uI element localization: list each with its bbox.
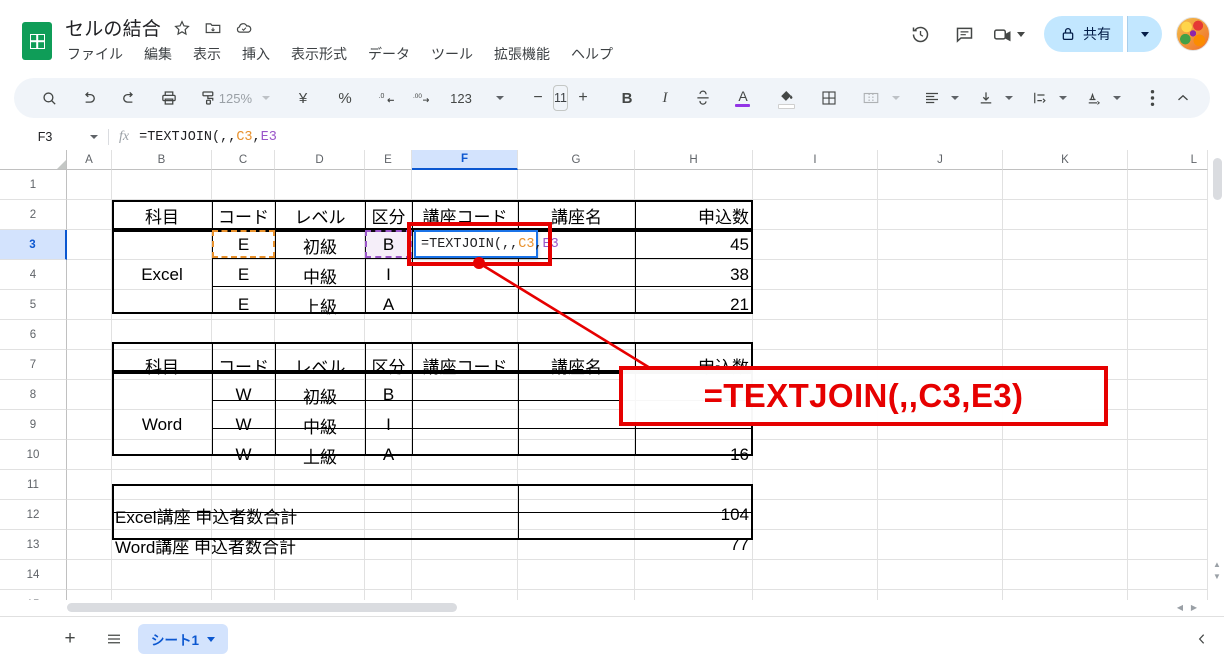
svg-text:.0: .0 [379, 93, 385, 100]
expand-icon[interactable] [1194, 631, 1210, 647]
sheets-logo [22, 22, 52, 60]
menu-bar: ファイル 編集 表示 挿入 表示形式 データ ツール 拡張機能 ヘルプ [65, 43, 615, 65]
chevron-down-icon[interactable] [1112, 96, 1121, 100]
share-label: 共有 [1083, 26, 1111, 42]
formula-bar: F3 fx =TEXTJOIN(,,C3,E3 [0, 124, 1224, 150]
formula-ref-c3: C3 [236, 129, 253, 145]
title-icon-group [173, 19, 253, 37]
comment-icon[interactable] [944, 14, 984, 54]
formula-prefix: =TEXTJOIN(,, [139, 129, 237, 145]
horizontal-align-icon[interactable] [917, 83, 947, 113]
sheet-tab-bar: + シート1 [0, 616, 1224, 661]
chevron-down-icon[interactable] [1058, 96, 1067, 100]
more-options-icon[interactable] [1138, 83, 1168, 113]
divider [108, 129, 109, 145]
annotation-callout: =TEXTJOIN(,,C3,E3) [619, 366, 1108, 426]
increase-decimal-button[interactable]: .00 [408, 83, 438, 113]
menu-item-edit[interactable]: 編集 [142, 43, 174, 65]
menu-item-data[interactable]: データ [366, 43, 412, 65]
collapse-toolbar-icon[interactable] [1168, 83, 1198, 113]
all-sheets-icon[interactable] [96, 621, 132, 657]
google-sheets-window: セルの結合 ファイル 編集 表示 挿入 表示形式 データ ツール 拡張機能 ヘル… [0, 0, 1224, 661]
chevron-down-icon[interactable] [950, 96, 959, 100]
chevron-down-icon[interactable] [207, 636, 216, 642]
top-bar: セルの結合 ファイル 編集 表示 挿入 表示形式 データ ツール 拡張機能 ヘル… [0, 0, 1224, 72]
chevron-down-icon [1141, 31, 1149, 37]
text-wrapping-icon[interactable] [1025, 83, 1055, 113]
zoom-level[interactable]: 125% [219, 83, 254, 113]
document-title[interactable]: セルの結合 [65, 14, 161, 41]
borders-icon[interactable] [814, 83, 844, 113]
star-icon[interactable] [173, 19, 191, 37]
percent-format-button[interactable]: % [330, 83, 360, 113]
menu-item-file[interactable]: ファイル [65, 43, 125, 65]
text-color-button[interactable]: A [728, 83, 758, 113]
chevron-down-icon[interactable] [496, 96, 504, 100]
svg-text:.00: .00 [413, 93, 422, 100]
formula-comma: , [252, 129, 261, 145]
redo-icon[interactable] [114, 83, 144, 113]
decrease-decimal-button[interactable]: .0 [372, 83, 402, 113]
name-box[interactable]: F3 [6, 130, 84, 144]
increase-font-size-button[interactable]: + [568, 83, 598, 113]
menu-item-insert[interactable]: 挿入 [240, 43, 272, 65]
undo-icon[interactable] [74, 83, 104, 113]
chevron-down-icon[interactable] [1016, 31, 1025, 37]
chevron-down-icon[interactable] [90, 135, 98, 139]
cloud-saved-icon[interactable] [235, 19, 253, 37]
formula-ref-e3: E3 [260, 129, 277, 145]
share-dropdown-button[interactable] [1127, 16, 1162, 52]
annotation-callout-text: =TEXTJOIN(,,C3,E3) [703, 377, 1024, 414]
scroll-right-arrow[interactable]: ▶ [1189, 602, 1199, 612]
chevron-down-icon[interactable] [262, 96, 270, 100]
sheet-tab-label: シート1 [151, 633, 200, 648]
lock-icon [1060, 26, 1076, 42]
formula-input[interactable]: =TEXTJOIN(,,C3,E3 [139, 130, 277, 145]
sheet-tab-sheet1[interactable]: シート1 [138, 624, 229, 654]
merge-cells-icon[interactable] [856, 83, 886, 113]
horizontal-scrollbar[interactable]: ◀ ▶ [67, 601, 1207, 614]
italic-button[interactable]: I [650, 83, 680, 113]
search-icon[interactable] [34, 83, 64, 113]
currency-format-button[interactable]: ¥ [288, 83, 318, 113]
share-button[interactable]: 共有 [1044, 16, 1123, 52]
fx-icon: fx [119, 129, 130, 144]
toolbar: 125% ¥ % .0 .00 123 − 11 + B I A [14, 78, 1210, 118]
horizontal-scroll-thumb[interactable] [67, 603, 457, 612]
spreadsheet-grid[interactable]: A B C D E F G H I J K L 1 2 3 4 5 6 7 8 9 10 11 12 1… [0, 150, 1224, 600]
chevron-down-icon[interactable] [891, 96, 900, 100]
version-history-icon[interactable] [900, 14, 940, 54]
text-rotation-icon[interactable] [1079, 83, 1109, 113]
scroll-left-arrow[interactable]: ◀ [1175, 602, 1185, 612]
title-row: セルの結合 [65, 14, 253, 41]
menu-item-extensions[interactable]: 拡張機能 [492, 43, 552, 65]
text-color-swatch [735, 103, 751, 108]
bold-button[interactable]: B [612, 83, 642, 113]
menu-item-format[interactable]: 表示形式 [289, 43, 349, 65]
strikethrough-button[interactable] [688, 83, 718, 113]
chevron-down-icon[interactable] [1004, 96, 1013, 100]
font-size-input[interactable]: 11 [553, 85, 568, 111]
number-format-button[interactable]: 123 [446, 83, 476, 113]
top-right-actions: 共有 [900, 14, 1210, 54]
move-to-folder-icon[interactable] [204, 19, 222, 37]
menu-item-help[interactable]: ヘルプ [569, 43, 615, 65]
vertical-align-icon[interactable] [971, 83, 1001, 113]
avatar[interactable] [1176, 17, 1210, 51]
add-sheet-button[interactable]: + [52, 621, 88, 657]
menu-item-view[interactable]: 表示 [191, 43, 223, 65]
decrease-font-size-button[interactable]: − [523, 83, 553, 113]
fill-color-icon[interactable] [772, 83, 802, 113]
menu-item-tools[interactable]: ツール [429, 43, 475, 65]
fill-color-swatch [778, 103, 796, 110]
meet-camera-icon[interactable] [988, 14, 1032, 54]
print-icon[interactable] [154, 83, 184, 113]
